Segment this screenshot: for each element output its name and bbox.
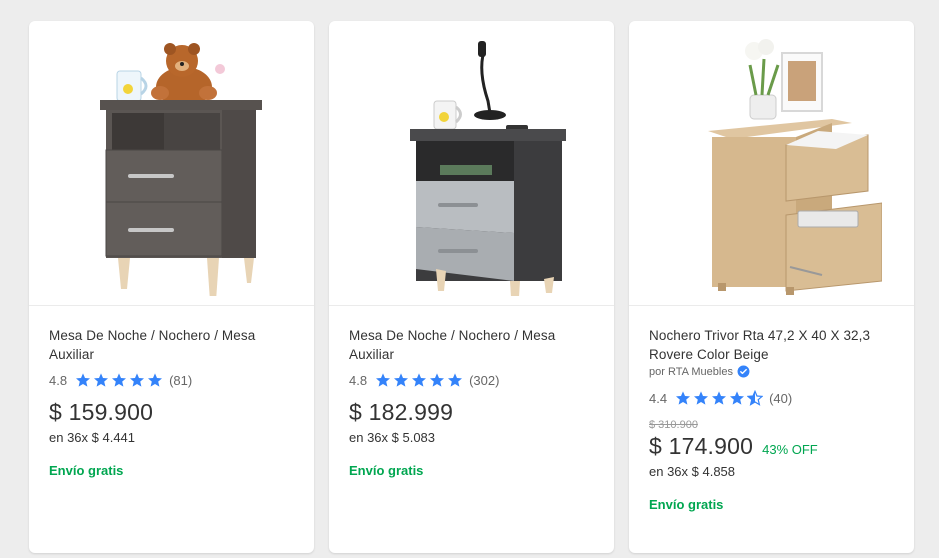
price: $ 174.900 — [649, 433, 754, 459]
seller[interactable]: por RTA Muebles — [649, 365, 894, 378]
rating-score: 4.8 — [49, 372, 68, 388]
star-icon — [112, 373, 127, 387]
product-title[interactable]: Nochero Trivor Rta 47,2 X 40 X 32,3 Rove… — [649, 326, 894, 364]
product-image[interactable] — [329, 21, 614, 306]
verified-badge-icon — [737, 365, 750, 378]
product-image[interactable] — [629, 21, 914, 306]
free-shipping-label: Envío gratis — [649, 497, 724, 512]
star-icon — [430, 373, 445, 387]
product-card[interactable]: Mesa De Noche / Nochero / Mesa Auxiliar … — [29, 21, 314, 553]
star-icon — [676, 391, 691, 405]
free-shipping-label: Envío gratis — [349, 463, 424, 478]
star-icon — [94, 373, 109, 387]
product-image[interactable] — [29, 21, 314, 306]
price-row: $ 159.900 — [49, 399, 294, 426]
rating: 4.8 (302) — [349, 371, 594, 389]
star-icon — [148, 373, 163, 387]
half-star-icon — [747, 390, 764, 406]
price: $ 182.999 — [349, 399, 454, 425]
star-icon — [76, 373, 91, 387]
discount-badge: 43% OFF — [762, 442, 818, 457]
original-price: $ 310.900 — [649, 419, 698, 431]
star-icon — [712, 391, 727, 405]
star-icon — [694, 391, 709, 405]
rating-score: 4.8 — [349, 372, 368, 388]
installments: en 36x $ 5.083 — [349, 430, 436, 445]
rating: 4.4 (40) — [649, 389, 894, 407]
review-count: (81) — [169, 372, 193, 388]
product-title[interactable]: Mesa De Noche / Nochero / Mesa Auxiliar — [49, 326, 294, 364]
product-card[interactable]: Nochero Trivor Rta 47,2 X 40 X 32,3 Rove… — [629, 21, 914, 553]
review-count: (40) — [769, 390, 793, 406]
installments: en 36x $ 4.858 — [649, 464, 736, 479]
star-icon — [448, 373, 463, 387]
star-icon — [730, 391, 745, 405]
rating-score: 4.4 — [649, 390, 668, 406]
clipped-header-text — [770, 0, 774, 2]
star-icon — [376, 373, 391, 387]
product-title[interactable]: Mesa De Noche / Nochero / Mesa Auxiliar — [349, 326, 594, 364]
price: $ 159.900 — [49, 399, 154, 425]
nightstand-gray-image — [409, 40, 566, 296]
star-icon — [394, 373, 409, 387]
rating-stars — [75, 372, 163, 388]
product-card[interactable]: Mesa De Noche / Nochero / Mesa Auxiliar … — [329, 21, 614, 553]
review-count: (302) — [469, 372, 500, 388]
nightstand-dark-wood-image — [99, 42, 262, 296]
installments: en 36x $ 4.441 — [49, 430, 136, 445]
price-row: $ 174.900 43% OFF — [649, 433, 894, 460]
rating-stars — [675, 390, 764, 406]
star-icon — [412, 373, 427, 387]
rating: 4.8 (81) — [49, 371, 294, 389]
product-grid: Mesa De Noche / Nochero / Mesa Auxiliar … — [0, 0, 939, 558]
rating-stars — [375, 372, 463, 388]
seller-name: por RTA Muebles — [649, 365, 733, 378]
star-icon — [130, 373, 145, 387]
nightstand-beige-image — [707, 38, 882, 295]
free-shipping-label: Envío gratis — [49, 463, 124, 478]
price-row: $ 182.999 — [349, 399, 594, 426]
